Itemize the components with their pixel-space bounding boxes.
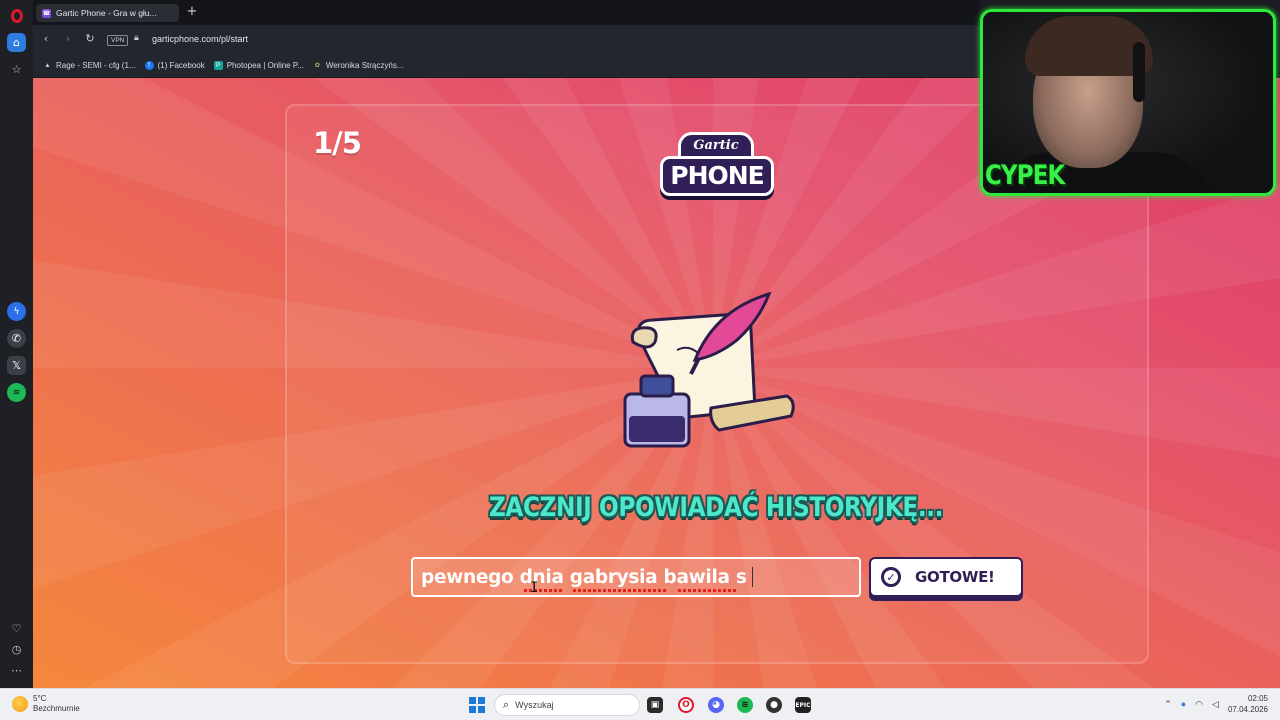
done-button[interactable]: ✓ GOTOWE! <box>869 557 1023 597</box>
spotify-taskbar-icon[interactable]: ≋ <box>737 697 753 713</box>
bookmark-label: Photopea | Online P... <box>226 61 304 70</box>
moon-weather-icon <box>12 696 28 712</box>
windows-taskbar: 5°C Bezchmurnie ⌕ Wyszukaj ▣ O ◕ ≋ ● EPI… <box>0 688 1280 720</box>
clock-date: 07.04.2026 <box>1227 705 1268 714</box>
spellcheck-underline <box>573 589 668 592</box>
checkmark-icon: ✓ <box>881 567 901 587</box>
whatsapp-icon[interactable]: ✆ <box>7 329 26 348</box>
search-icon: ⌕ <box>503 698 510 711</box>
wifi-icon[interactable]: ◠ <box>1195 699 1203 710</box>
text-caret <box>752 567 753 587</box>
leaf-icon: ✿ <box>314 62 321 69</box>
weather-text: 5°C Bezchmurnie <box>33 694 80 714</box>
weather-desc: Bezchmurnie <box>33 704 80 713</box>
browser-sidebar: ⌂ ☆ ϟ ✆ 𝕏 ≋ ♡ ◷ ⋯ <box>0 0 33 688</box>
logo-bottom-text: PHONE <box>670 161 765 190</box>
address-bar: ‹ › ↻ VPN 🔒︎ garticphone.com/pl/start <box>33 25 980 54</box>
bookmark-label: (1) Facebook <box>157 61 205 70</box>
weather-temp: 5°C <box>33 694 47 703</box>
speed-dial-icon[interactable]: ☆ <box>7 60 26 79</box>
tab-gartic-phone[interactable]: ☎ Gartic Phone - Gra w głu... <box>36 4 179 22</box>
history-icon[interactable]: ◷ <box>7 640 26 659</box>
url-field[interactable]: garticphone.com/pl/start <box>152 34 248 44</box>
system-tray: ⌃ ● ◠ ◁ 02:05 07.04.2026 <box>1164 693 1268 715</box>
opera-gx-icon[interactable]: O <box>678 697 694 713</box>
spotify-icon[interactable]: ≋ <box>7 383 26 402</box>
vpn-badge[interactable]: VPN <box>107 35 129 46</box>
opera-menu-icon[interactable] <box>7 6 26 25</box>
more-icon[interactable]: ⋯ <box>7 661 26 680</box>
discord-icon[interactable]: ◕ <box>708 697 724 713</box>
done-button-label: GOTOWE! <box>915 568 995 586</box>
tray-app-icon[interactable]: ● <box>1181 699 1186 709</box>
new-tab-icon[interactable]: + <box>185 5 199 19</box>
bookmark-label: Weronika Strączyńs... <box>325 61 404 70</box>
weather-widget[interactable]: 5°C Bezchmurnie <box>12 694 80 714</box>
app-icon[interactable]: ● <box>766 697 782 713</box>
bookmarks-bar: ▲ Rage - SEMI - cfg (1... f (1) Facebook… <box>33 54 980 78</box>
ink-liquid <box>629 416 685 442</box>
tab-strip: ☎ Gartic Phone - Gra w głu... + <box>33 0 980 25</box>
spellcheck-underline <box>678 589 737 592</box>
prompt-title: ZACZNIJ OPOWIADAĆ HISTORYJKĘ... <box>489 492 943 523</box>
reload-icon[interactable]: ↻ <box>83 32 97 46</box>
gartic-phone-logo: Gartic PHONE <box>658 130 776 204</box>
tab-title: Gartic Phone - Gra w głu... <box>56 8 157 18</box>
windows-start-icon[interactable] <box>469 697 485 713</box>
epic-games-icon[interactable]: EPIC <box>795 697 811 713</box>
bookmark-rage[interactable]: ▲ Rage - SEMI - cfg (1... <box>43 61 136 70</box>
mouse-ibeam-cursor-icon: I <box>530 580 539 596</box>
logo-top-text: Gartic <box>693 138 739 153</box>
headset-icon <box>1133 42 1145 102</box>
round-counter: 1/5 <box>313 126 362 160</box>
back-icon[interactable]: ‹ <box>39 32 53 46</box>
bookmark-photopea[interactable]: P Photopea | Online P... <box>213 61 304 70</box>
ink-bottle-cap <box>639 374 675 398</box>
webcam-overlay: CYPEK <box>980 9 1276 196</box>
bookmark-triangle-icon: ▲ <box>44 62 51 69</box>
heart-icon[interactable]: ♡ <box>7 619 26 638</box>
x-twitter-icon[interactable]: 𝕏 <box>7 356 26 375</box>
facebook-icon: f <box>144 61 154 70</box>
search-placeholder: Wyszukaj <box>515 700 554 710</box>
home-icon[interactable]: ⌂ <box>7 33 26 52</box>
lock-icon[interactable]: 🔒︎ <box>134 33 139 43</box>
clock[interactable]: 02:05 07.04.2026 <box>1228 693 1268 715</box>
tray-chevron-icon[interactable]: ⌃ <box>1164 699 1172 710</box>
streamer-name: CYPEK <box>985 160 1065 191</box>
logo-bottom-plate: PHONE <box>660 156 774 196</box>
clock-time: 02:05 <box>1247 694 1268 703</box>
bookmark-facebook[interactable]: f (1) Facebook <box>144 61 205 70</box>
bookmark-weronika[interactable]: ✿ Weronika Strączyńs... <box>313 61 404 70</box>
task-view-icon[interactable]: ▣ <box>647 697 663 713</box>
forward-icon[interactable]: › <box>61 32 75 46</box>
scroll-curl-top <box>630 326 658 349</box>
scroll-quill-ink-illustration <box>623 291 795 448</box>
bookmark-label: Rage - SEMI - cfg (1... <box>56 61 136 70</box>
taskbar-search[interactable]: ⌕ Wyszukaj <box>494 694 640 716</box>
volume-icon[interactable]: ◁ <box>1212 699 1219 710</box>
photopea-icon: P <box>213 61 223 70</box>
gartic-favicon-icon: ☎ <box>42 8 51 18</box>
messenger-icon[interactable]: ϟ <box>7 302 26 321</box>
